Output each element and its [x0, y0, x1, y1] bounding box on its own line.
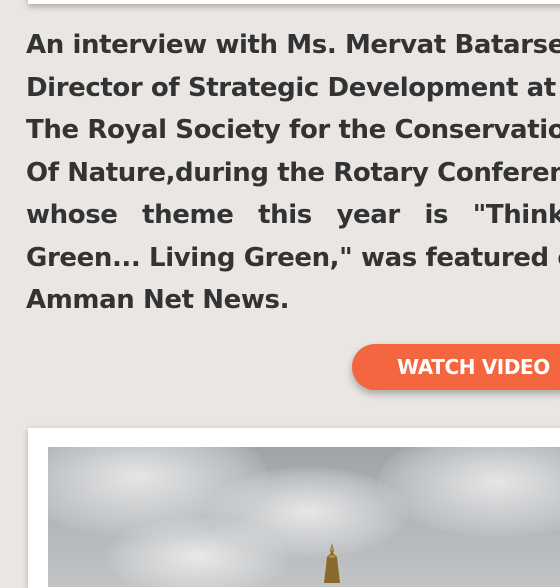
- article-paragraph: An interview with Ms. Mervat Batarseh, D…: [26, 24, 560, 322]
- article-line: Green... Living Green," was featured on: [26, 242, 560, 273]
- article-line: An interview with Ms. Mervat Batarseh,: [26, 30, 560, 60]
- watch-video-button[interactable]: WATCH VIDEO: [352, 344, 560, 390]
- article-line: whose theme this year is "Thinking: [26, 200, 560, 230]
- video-card[interactable]: [28, 428, 560, 588]
- article-line: Director of Strategic Development at: [26, 72, 556, 103]
- article-line: Of Nature,during the Rotary Conference,: [26, 157, 560, 188]
- previous-card-edge: [28, 0, 560, 4]
- article-line: The Royal Society for the Conservation: [26, 115, 560, 145]
- video-thumbnail[interactable]: [48, 447, 560, 587]
- cloud-shape: [108, 517, 288, 587]
- cloud-shape: [378, 447, 560, 537]
- article-line: Amman Net News.: [26, 285, 290, 315]
- statue-top-icon: [324, 543, 340, 583]
